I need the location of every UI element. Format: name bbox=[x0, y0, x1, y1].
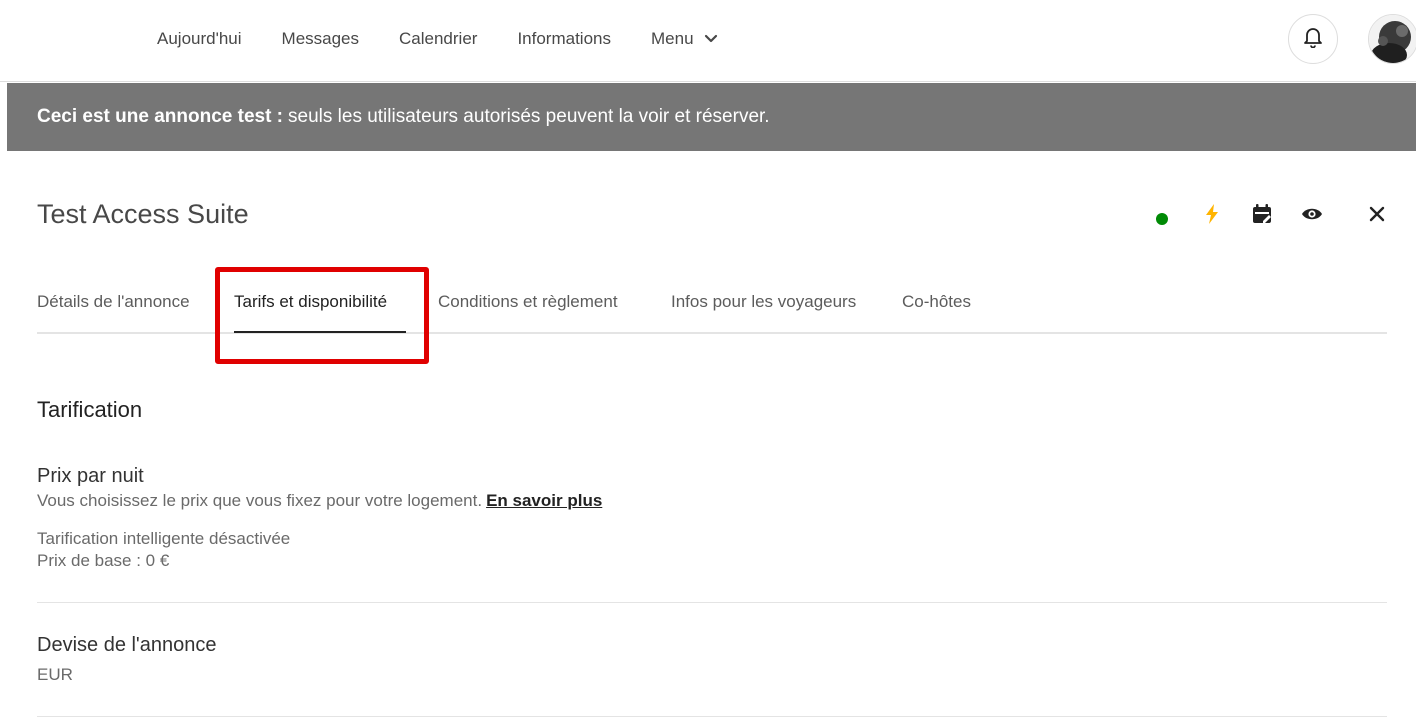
nav-link-calendar[interactable]: Calendrier bbox=[399, 29, 477, 49]
notifications-button[interactable] bbox=[1288, 14, 1338, 64]
preview-listing-button[interactable] bbox=[1299, 203, 1325, 229]
calendar-settings-button[interactable] bbox=[1249, 203, 1275, 229]
tab-guest-info[interactable]: Infos pour les voyageurs bbox=[671, 292, 856, 312]
nightly-price-desc: Vous choisissez le prix que vous fixez p… bbox=[37, 491, 602, 511]
learn-more-link[interactable]: En savoir plus bbox=[486, 491, 602, 510]
lightning-icon bbox=[1205, 203, 1219, 229]
nav-menu-label: Menu bbox=[651, 29, 694, 48]
bell-icon bbox=[1303, 26, 1323, 53]
test-listing-banner: Ceci est une annonce test : seuls les ut… bbox=[7, 83, 1416, 151]
listing-status-button[interactable] bbox=[1149, 203, 1175, 229]
nav-links: Aujourd'hui Messages Calendrier Informat… bbox=[157, 0, 758, 78]
close-button[interactable] bbox=[1364, 203, 1390, 229]
avatar-image bbox=[1369, 15, 1416, 63]
avatar[interactable] bbox=[1368, 14, 1416, 64]
nightly-price-title: Prix par nuit bbox=[37, 465, 144, 487]
status-dot-icon bbox=[1156, 213, 1168, 225]
listing-currency-value: EUR bbox=[37, 665, 73, 684]
divider bbox=[37, 602, 1387, 603]
close-icon bbox=[1369, 206, 1385, 227]
listing-header-actions bbox=[0, 203, 1416, 231]
nightly-price-desc-text: Vous choisissez le prix que vous fixez p… bbox=[37, 491, 483, 510]
smart-pricing-status: Tarification intelligente désactivée bbox=[37, 529, 291, 548]
base-price-value: Prix de base : 0 € bbox=[37, 551, 170, 570]
divider bbox=[37, 716, 1387, 717]
pricing-section-title: Tarification bbox=[37, 397, 143, 422]
instant-book-button[interactable] bbox=[1199, 203, 1225, 229]
banner-bold-text: Ceci est une annonce test : bbox=[37, 106, 284, 127]
top-nav: Aujourd'hui Messages Calendrier Informat… bbox=[0, 0, 1416, 82]
chevron-down-icon bbox=[704, 34, 718, 44]
banner-text: seuls les utilisateurs autorisés peuvent… bbox=[288, 106, 770, 127]
nav-link-insights[interactable]: Informations bbox=[517, 29, 611, 49]
eye-icon bbox=[1301, 207, 1323, 226]
tab-pricing-availability[interactable]: Tarifs et disponibilité bbox=[234, 292, 387, 312]
nav-link-today[interactable]: Aujourd'hui bbox=[157, 29, 242, 49]
nav-menu-dropdown[interactable]: Menu bbox=[651, 29, 718, 49]
tab-policies-rules[interactable]: Conditions et règlement bbox=[438, 292, 618, 312]
listing-tabs: Détails de l'annonce Tarifs et disponibi… bbox=[37, 280, 1387, 334]
listing-currency-title: Devise de l'annonce bbox=[37, 634, 217, 656]
page: Aujourd'hui Messages Calendrier Informat… bbox=[0, 0, 1416, 722]
active-tab-underline bbox=[234, 331, 406, 333]
tab-listing-details[interactable]: Détails de l'annonce bbox=[37, 292, 190, 312]
calendar-edit-icon bbox=[1252, 203, 1272, 229]
tab-cohosts[interactable]: Co-hôtes bbox=[902, 292, 971, 312]
nav-link-messages[interactable]: Messages bbox=[282, 29, 359, 49]
